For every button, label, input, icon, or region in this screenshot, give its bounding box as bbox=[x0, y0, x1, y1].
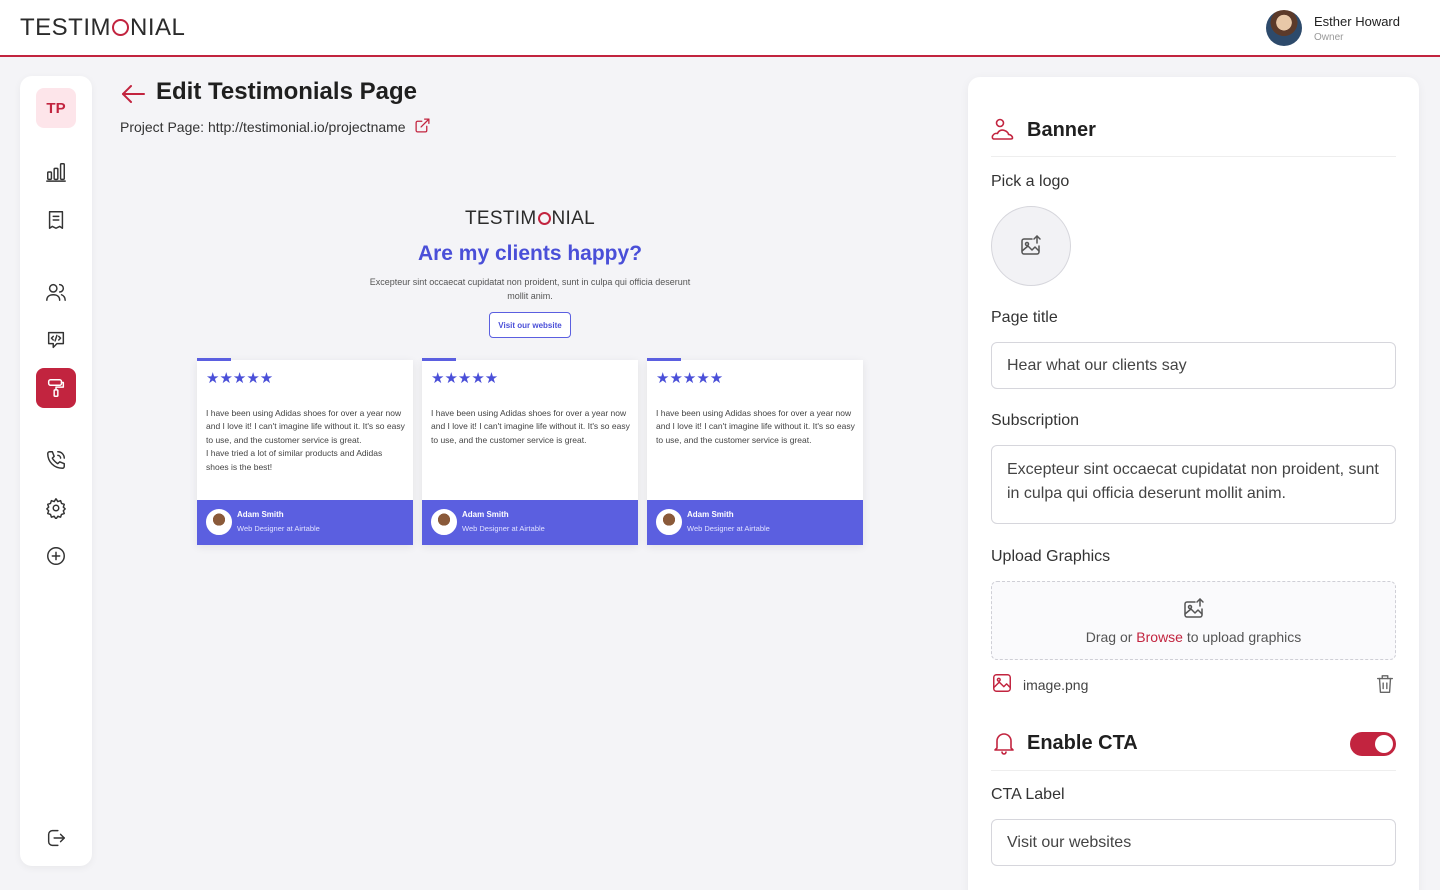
testimonial-text: I have been using Adidas shoes for over … bbox=[206, 408, 405, 472]
logo-upload-button[interactable] bbox=[991, 206, 1071, 286]
sidebar-item-add[interactable] bbox=[36, 536, 76, 576]
avatar bbox=[206, 509, 232, 535]
browse-link[interactable]: Browse bbox=[1136, 629, 1183, 645]
testimonial-card: ★★★★★ I have been using Adidas shoes for… bbox=[422, 358, 638, 545]
user-info: Esther Howard Owner bbox=[1314, 14, 1400, 43]
preview-brand-logo: TESTIM NIAL bbox=[465, 208, 595, 229]
image-upload-icon bbox=[1183, 597, 1204, 618]
brand-logo-o bbox=[112, 19, 129, 36]
avatar bbox=[656, 509, 682, 535]
phone-icon bbox=[47, 451, 65, 469]
banner-title: Banner bbox=[1027, 118, 1096, 141]
sidebar-item-logout[interactable] bbox=[36, 818, 76, 858]
cta-title: Enable CTA bbox=[1027, 731, 1138, 754]
user-menu[interactable]: Esther Howard Owner bbox=[1266, 10, 1400, 46]
star-rating: ★★★★★ bbox=[656, 370, 724, 387]
preview-subtitle: Excepteur sint occaecat cupidatat non pr… bbox=[369, 277, 691, 301]
users-icon bbox=[46, 283, 66, 301]
upload-graphics-label: Upload Graphics bbox=[991, 548, 1111, 565]
external-link-icon[interactable] bbox=[414, 117, 431, 137]
back-arrow-icon[interactable] bbox=[120, 82, 146, 106]
author-name: Adam Smith bbox=[687, 510, 734, 519]
project-badge[interactable]: TP bbox=[36, 88, 76, 128]
card-footer: Adam Smith Web Designer at Airtable bbox=[197, 500, 413, 545]
testimonial-text: I have been using Adidas shoes for over … bbox=[656, 408, 855, 445]
author-role: Web Designer at Airtable bbox=[462, 524, 545, 533]
author-role: Web Designer at Airtable bbox=[687, 524, 770, 533]
bar-chart-icon bbox=[46, 163, 66, 182]
image-file-icon bbox=[991, 672, 1013, 699]
page-title-label: Page title bbox=[991, 309, 1058, 326]
testimonial-card: ★★★★★ I have been using Adidas shoes for… bbox=[647, 358, 863, 545]
card-accent-bar bbox=[422, 358, 456, 361]
sidebar-item-design[interactable] bbox=[36, 368, 76, 408]
banner-section-header: Banner bbox=[991, 117, 1096, 143]
cta-label-label: CTA Label bbox=[991, 786, 1065, 803]
preview-title: Are my clients happy? bbox=[417, 242, 643, 265]
bell-icon bbox=[994, 733, 1014, 755]
uploaded-file-row: image.png bbox=[991, 673, 1396, 697]
avatar bbox=[431, 509, 457, 535]
sidebar-item-analytics[interactable] bbox=[36, 152, 76, 192]
preview-brand-logo-o bbox=[537, 212, 551, 225]
graphics-dropzone[interactable]: Drag or Browse to upload graphics bbox=[991, 581, 1396, 660]
card-footer: Adam Smith Web Designer at Airtable bbox=[422, 500, 638, 545]
page-title: Edit Testimonials Page bbox=[156, 78, 417, 105]
toggle-knob bbox=[1375, 735, 1393, 753]
cta-label-input[interactable]: Visit our websites bbox=[991, 819, 1396, 866]
image-upload-icon bbox=[1021, 235, 1041, 255]
preview-cta-button[interactable]: Visit our website bbox=[489, 312, 571, 338]
enable-cta-toggle[interactable] bbox=[1350, 732, 1396, 756]
top-bar: TESTIM NIAL Esther Howard Owner bbox=[0, 0, 1440, 57]
project-page-link: Project Page: http://testimonial.io/proj… bbox=[120, 117, 431, 137]
paint-roller-icon bbox=[47, 379, 65, 397]
star-rating: ★★★★★ bbox=[431, 370, 499, 387]
divider bbox=[991, 770, 1396, 771]
card-accent-bar bbox=[647, 358, 681, 361]
subscription-textarea[interactable]: Excepteur sint occaecat cupidatat non pr… bbox=[991, 445, 1396, 524]
sidebar-item-settings[interactable] bbox=[36, 488, 76, 528]
upload-instructions: Drag or Browse to upload graphics bbox=[1085, 628, 1302, 645]
gear-icon bbox=[46, 498, 66, 519]
user-name: Esther Howard bbox=[1314, 13, 1400, 29]
sidebar-item-embed[interactable] bbox=[36, 320, 76, 360]
file-name: image.png bbox=[1023, 677, 1089, 693]
sidebar-item-users[interactable] bbox=[36, 272, 76, 312]
card-footer: Adam Smith Web Designer at Airtable bbox=[647, 500, 863, 545]
star-rating: ★★★★★ bbox=[206, 370, 274, 387]
logout-icon bbox=[47, 829, 65, 847]
code-message-icon bbox=[47, 331, 65, 349]
brand-logo[interactable]: TESTIM NIAL bbox=[20, 14, 185, 42]
project-page-url[interactable]: Project Page: http://testimonial.io/proj… bbox=[120, 119, 406, 135]
trash-icon[interactable] bbox=[1374, 673, 1396, 700]
user-role: Owner bbox=[1314, 31, 1344, 43]
testimonial-text: I have been using Adidas shoes for over … bbox=[431, 408, 630, 445]
plus-circle-icon bbox=[47, 547, 65, 565]
testimonial-card: ★★★★★ I have been using Adidas shoes for… bbox=[197, 358, 413, 545]
document-icon bbox=[48, 211, 64, 229]
card-accent-bar bbox=[197, 358, 231, 361]
settings-panel: Banner Pick a logo Page title Hear what … bbox=[968, 77, 1419, 890]
subscription-label: Subscription bbox=[991, 412, 1080, 429]
cta-section-header: Enable CTA bbox=[991, 730, 1138, 756]
author-name: Adam Smith bbox=[237, 510, 284, 519]
author-name: Adam Smith bbox=[462, 510, 509, 519]
sidebar-item-testimonials[interactable] bbox=[36, 200, 76, 240]
divider bbox=[991, 156, 1396, 157]
sidebar: TP bbox=[20, 76, 92, 866]
sidebar-item-calls[interactable] bbox=[36, 440, 76, 480]
logo-label: Pick a logo bbox=[991, 173, 1070, 190]
page-title-input[interactable]: Hear what our clients say bbox=[991, 342, 1396, 389]
avatar[interactable] bbox=[1266, 10, 1303, 46]
cloud-user-icon bbox=[991, 118, 1014, 140]
author-role: Web Designer at Airtable bbox=[237, 524, 320, 533]
